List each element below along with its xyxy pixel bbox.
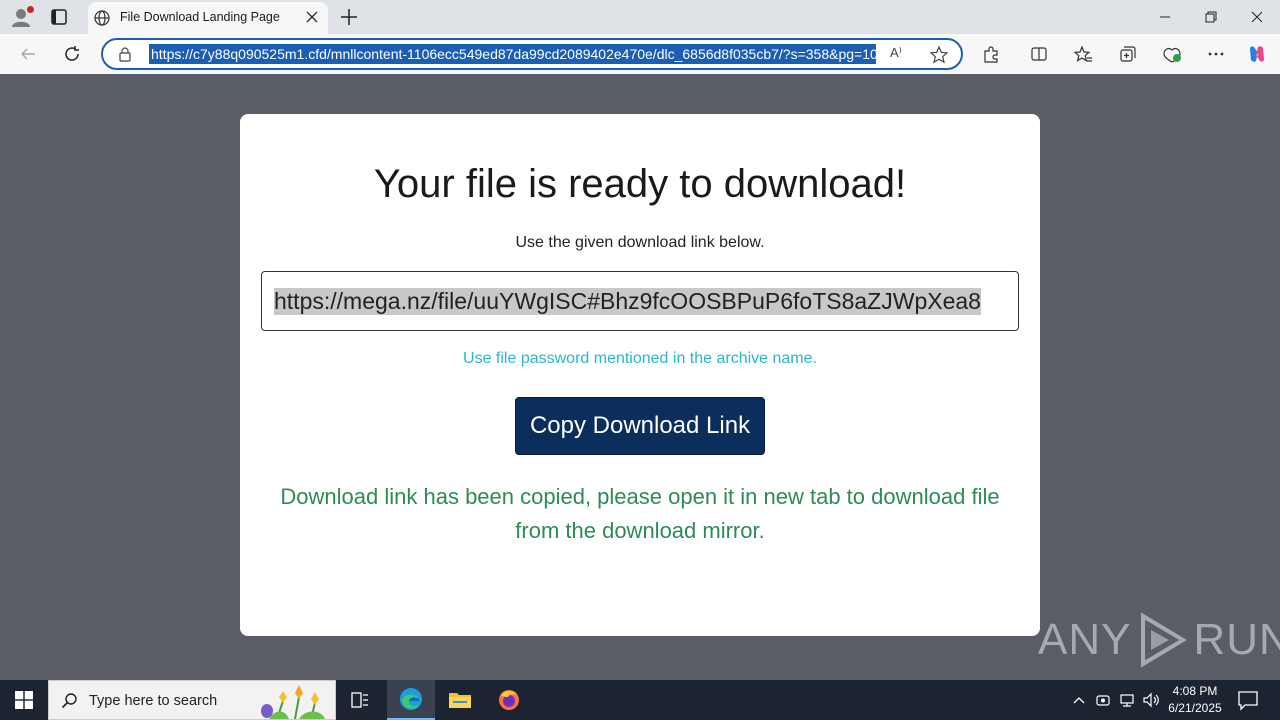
clock-date: 6/21/2025 — [1168, 701, 1222, 715]
download-link-field[interactable]: https://mega.nz/file/uuYWgISC#Bhz9fcOOSB… — [261, 271, 1019, 331]
copied-message: Download link has been copied, please op… — [280, 484, 1000, 543]
new-tab-icon[interactable] — [338, 6, 360, 28]
address-bar[interactable]: https://c7y88q090525m1.cfd/mnllcontent-1… — [101, 38, 963, 70]
split-screen-icon[interactable] — [1028, 43, 1050, 65]
notification-dot — [27, 6, 34, 13]
play-logo-icon — [1141, 612, 1188, 668]
extensions-icon[interactable] — [980, 43, 1002, 65]
favorite-star-icon[interactable] — [929, 45, 949, 65]
system-clock[interactable]: 4:08 PM 6/21/2025 — [1160, 683, 1230, 717]
page-title: Your file is ready to download! — [373, 162, 907, 206]
browser-essentials-icon[interactable] — [1161, 43, 1183, 65]
show-hidden-icons-icon[interactable] — [1068, 680, 1090, 720]
copy-download-link-button[interactable]: Copy Download Link — [515, 397, 765, 455]
edge-browser-icon[interactable] — [387, 680, 435, 720]
globe-icon — [94, 10, 110, 26]
file-explorer-icon[interactable] — [436, 680, 484, 720]
firefox-icon[interactable] — [485, 680, 533, 720]
watermark-right-text: RUN — [1193, 615, 1280, 664]
read-aloud-icon[interactable]: A⁾ — [890, 45, 910, 65]
volume-icon[interactable] — [1140, 680, 1162, 720]
tab-file-download[interactable]: File Download Landing Page — [88, 2, 328, 34]
password-note: Use file password mentioned in the archi… — [463, 350, 817, 367]
browser-toolbar: https://c7y88q090525m1.cfd/mnllcontent-1… — [0, 34, 1280, 74]
notifications-icon[interactable] — [1236, 688, 1260, 712]
minimize-icon[interactable] — [1142, 0, 1188, 34]
anyrun-watermark: ANY RUN — [1038, 612, 1280, 668]
url-text[interactable]: https://c7y88q090525m1.cfd/mnllcontent-1… — [149, 44, 876, 64]
refresh-icon[interactable] — [61, 43, 83, 65]
windows-start-icon[interactable] — [0, 680, 48, 720]
taskbar: Type here to search 4:08 PM 6/21/2025 — [0, 680, 1280, 720]
settings-more-icon[interactable] — [1205, 43, 1227, 65]
close-tab-icon[interactable] — [304, 9, 320, 25]
restore-icon[interactable] — [1188, 0, 1234, 34]
close-window-icon[interactable] — [1234, 0, 1280, 34]
tab-actions-icon[interactable] — [48, 6, 72, 28]
tab-title: File Download Landing Page — [120, 10, 280, 24]
tab-strip: File Download Landing Page — [0, 0, 1280, 34]
profile-avatar-icon[interactable] — [10, 6, 34, 28]
search-highlight-flowers-icon — [255, 683, 331, 720]
search-placeholder: Type here to search — [89, 693, 218, 709]
taskbar-search-box[interactable]: Type here to search — [48, 680, 336, 720]
favorites-icon[interactable] — [1072, 43, 1094, 65]
lock-icon[interactable] — [117, 46, 133, 62]
page-viewport: Your file is ready to download! Use the … — [4, 74, 1276, 676]
task-view-icon[interactable] — [336, 680, 384, 720]
back-icon[interactable] — [17, 43, 39, 65]
instruction-text: Use the given download link below. — [515, 234, 765, 251]
copilot-icon[interactable] — [1246, 43, 1268, 65]
collections-icon[interactable] — [1117, 43, 1139, 65]
meet-now-icon[interactable] — [1092, 680, 1114, 720]
clock-time: 4:08 PM — [1172, 684, 1218, 698]
download-link-text[interactable]: https://mega.nz/file/uuYWgISC#Bhz9fcOOSB… — [274, 288, 981, 315]
network-icon[interactable] — [1116, 680, 1138, 720]
download-card: Your file is ready to download! Use the … — [240, 114, 1040, 636]
search-icon — [61, 692, 79, 710]
watermark-left-text: ANY — [1038, 615, 1132, 664]
